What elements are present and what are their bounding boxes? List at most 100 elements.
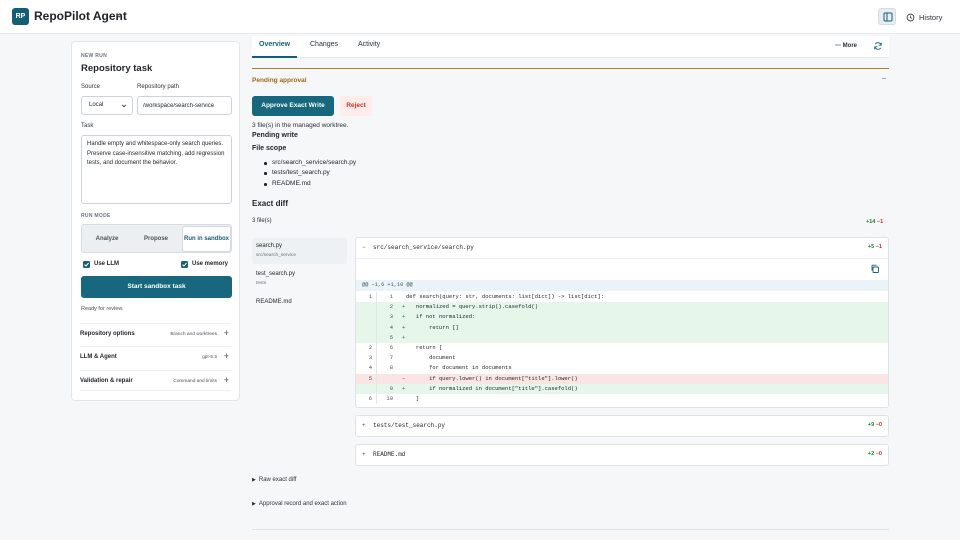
code-text: document [406, 354, 456, 362]
code-text: return [] [406, 323, 459, 331]
mode-analyze-button[interactable]: Analyze [84, 227, 130, 251]
diff-stat: +2 −0 [868, 451, 882, 457]
file-scope-item: src/search_service/search.py [263, 159, 357, 166]
diff-added: +9 [867, 422, 875, 428]
old-line-number: 4 [368, 364, 372, 372]
new-line-number: 4 [389, 323, 393, 331]
total-diff-stat: +14 −1 [866, 219, 883, 225]
new-line-number: 3 [389, 313, 393, 321]
managed-worktree-note: 3 file(s) in the managed worktree. [252, 122, 349, 129]
start-sandbox-task-button[interactable]: Start sandbox task [81, 276, 232, 298]
code-text: normalized = query.strip().casefold() [406, 303, 539, 311]
task-textarea[interactable]: Handle empty and whitespace-only search … [81, 135, 232, 204]
file-scope-item: tests/test_search.py [264, 169, 330, 176]
file-nav-name: search.py [256, 243, 283, 249]
chevron-down-icon [121, 104, 127, 108]
code-text: if query.lower() in document["title"].lo… [406, 374, 578, 382]
diff-line-context: 6 10 ] [356, 394, 888, 404]
diff-line-added: 9 + if normalized in document["title"].ca… [356, 383, 888, 394]
source-select[interactable]: Local [81, 96, 133, 115]
change-marker: + [402, 333, 406, 341]
source-label: Source [81, 84, 101, 90]
source-value: Local [89, 102, 104, 108]
old-line-number: 6 [368, 395, 372, 402]
diff-line-added: 3 + if not normalized: [356, 312, 888, 323]
pending-approval-title: Pending approval [252, 77, 307, 84]
history-button[interactable]: History [906, 10, 942, 24]
diff-line-added: 5 + [356, 332, 888, 343]
expand-toggle[interactable]: + [362, 422, 366, 429]
diff-added: +2 [867, 451, 875, 457]
total-removed: −1 [876, 219, 884, 225]
panel-toggle-button[interactable] [878, 8, 896, 25]
old-line-number: 2 [368, 344, 372, 351]
diff-removed: −0 [875, 451, 882, 457]
gutter-divider [376, 292, 377, 404]
diff-card-readme[interactable]: + README.md +2 −0 [355, 444, 889, 466]
mode-sandbox-button[interactable]: Run in sandbox [183, 227, 230, 251]
use-llm-label: Use LLM [94, 261, 120, 267]
expand-plus-icon[interactable]: + [224, 328, 229, 338]
expand-plus-icon[interactable]: + [224, 351, 229, 361]
refresh-icon[interactable] [873, 41, 883, 51]
diff-line-context: 2 6 return [ [356, 343, 888, 353]
task-label: Task [81, 123, 94, 129]
sidebar-icon [883, 12, 893, 22]
diff-card-header[interactable]: + tests/test_search.py +9 −0 [356, 416, 888, 436]
pending-approval-header[interactable]: Pending approval – [252, 68, 889, 90]
file-nav-readme[interactable]: README.md [252, 294, 347, 320]
code-text: return [ [406, 344, 443, 351]
file-nav-dir: src/search_service [256, 253, 296, 258]
diff-stat: +9 −0 [868, 422, 882, 428]
old-line-number: 3 [368, 354, 372, 362]
diff-card-header[interactable]: + README.md +2 −0 [356, 445, 888, 465]
diff-stat: +5 −1 [868, 244, 882, 250]
use-llm-checkbox[interactable] [83, 261, 90, 268]
diff-card-header[interactable]: − src/search_service/search.py +5 −1 [356, 238, 888, 258]
exact-diff-title: Exact diff [252, 199, 289, 208]
pending-write-label: Pending write [252, 132, 298, 139]
collapse-minus-icon[interactable]: – [882, 75, 886, 82]
expand-toggle[interactable]: + [362, 451, 366, 458]
repository-options-section[interactable]: Repository options Branch and worktrees … [80, 323, 231, 344]
triangle-right-icon: ▶ [252, 477, 256, 483]
tab-activity[interactable]: Activity [358, 41, 380, 48]
chevron-down-icon[interactable] [115, 12, 123, 20]
code-text: if normalized in document["title"].casef… [406, 384, 578, 392]
new-line-number: 9 [389, 384, 393, 392]
diff-card-test-search-py[interactable]: + tests/test_search.py +9 −0 [355, 415, 889, 437]
tab-changes[interactable]: Changes [310, 41, 338, 48]
more-dots-icon: ⋯ [835, 43, 841, 49]
bottom-divider [252, 529, 889, 530]
repo-path-input[interactable] [137, 96, 232, 115]
reject-button[interactable]: Reject [340, 96, 372, 116]
old-line-number: 5 [368, 374, 372, 382]
raw-exact-diff-toggle[interactable]: ▶ Raw exact diff [252, 477, 296, 483]
app-title[interactable]: RepoPilot Agent [34, 9, 127, 23]
file-scope-title: File scope [252, 145, 287, 152]
section-meta: Branch and worktrees [170, 332, 217, 337]
history-icon [906, 13, 915, 21]
file-nav-test-search-py[interactable]: test_search.py tests [252, 266, 347, 292]
use-memory-checkbox[interactable] [181, 261, 188, 268]
validation-repair-section[interactable]: Validation & repair Command and limits + [80, 370, 231, 391]
approve-exact-write-button[interactable]: Approve Exact Write [252, 96, 334, 116]
copy-icon[interactable] [870, 264, 880, 274]
collapse-toggle[interactable]: − [362, 244, 366, 251]
expand-plus-icon[interactable]: + [224, 375, 229, 385]
new-line-number: 8 [389, 364, 393, 372]
section-meta: gpt-5.5 [202, 355, 217, 360]
diff-line-added: 4 + return [] [356, 322, 888, 333]
check-icon [84, 262, 89, 267]
diff-line-added: 2 + normalized = query.strip().casefold() [356, 302, 888, 313]
more-button[interactable]: ⋯ More [835, 42, 857, 49]
more-label: More [842, 43, 858, 49]
approval-record-toggle[interactable]: ▶ Approval record and exact action [252, 501, 347, 507]
section-meta: Command and limits [173, 379, 217, 384]
file-nav-search-py[interactable]: search.py src/search_service [252, 238, 347, 264]
llm-agent-section[interactable]: LLM & Agent gpt-5.5 + [80, 346, 231, 367]
mode-propose-button[interactable]: Propose [133, 227, 179, 251]
main-tabs: Overview Changes Activity ⋯ More [252, 36, 889, 58]
active-tab-indicator [252, 56, 297, 58]
tab-overview[interactable]: Overview [259, 41, 290, 48]
